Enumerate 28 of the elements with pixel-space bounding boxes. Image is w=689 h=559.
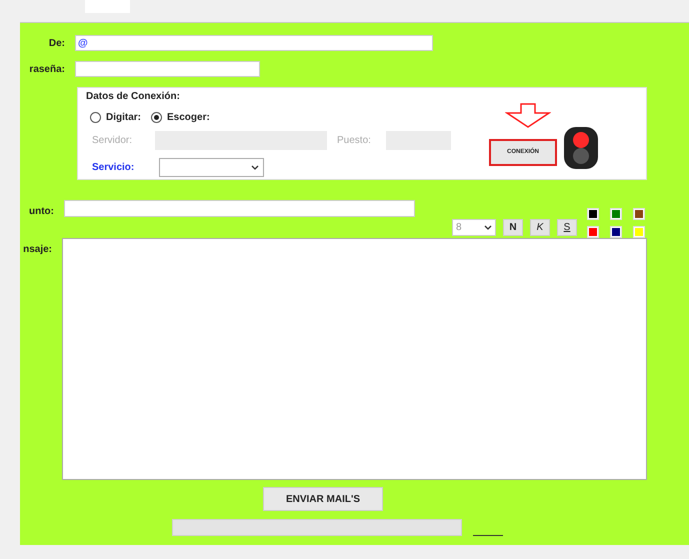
field-label: De: <box>48 36 65 50</box>
field-label: Puesto: <box>337 134 372 148</box>
service-dropdown[interactable] <box>159 158 264 177</box>
field-label: Servicio: <box>92 161 136 175</box>
color-swatch[interactable] <box>610 208 622 220</box>
caret-icon <box>484 225 492 230</box>
color-swatch[interactable] <box>587 226 599 238</box>
email-field[interactable]: @ <box>75 35 433 51</box>
format-button[interactable]: N <box>503 219 523 236</box>
field-label: Servidor: <box>92 134 134 148</box>
color-swatch[interactable] <box>633 208 645 220</box>
field-label: nsaje: <box>22 243 52 257</box>
password-field[interactable] <box>75 61 260 77</box>
field-label: unto: <box>28 205 54 219</box>
color-swatch[interactable] <box>633 226 645 238</box>
subject-field[interactable] <box>64 200 415 217</box>
format-button[interactable]: S <box>557 219 577 236</box>
down-arrow-icon <box>505 103 551 128</box>
message-field[interactable] <box>62 238 647 480</box>
caret-icon <box>251 165 259 170</box>
field-label: raseña: <box>28 62 65 76</box>
color-swatch[interactable] <box>610 226 622 238</box>
radio-button[interactable]: Escoger: <box>151 110 210 125</box>
send-button[interactable]: ENVIAR MAIL'S <box>263 487 383 511</box>
group-title: Datos de Conexión: <box>86 90 180 104</box>
format-button[interactable]: K <box>530 219 550 236</box>
color-swatch[interactable] <box>587 208 599 220</box>
radio-button[interactable]: Digitar: <box>90 110 141 125</box>
